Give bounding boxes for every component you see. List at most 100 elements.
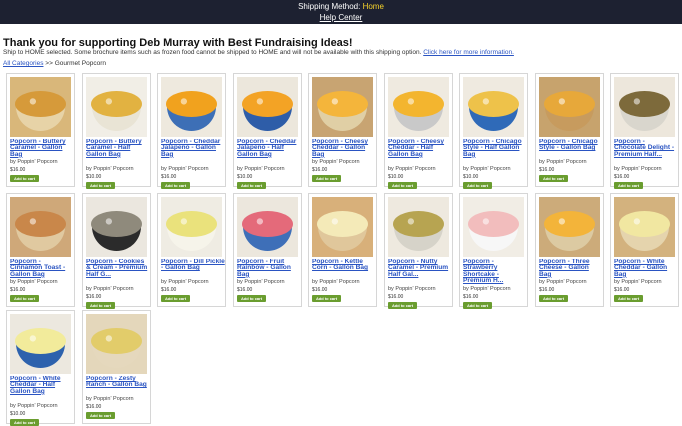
product-card[interactable]: Popcorn - Zesty Ranch - Gallon Bag by Pop… [82, 310, 151, 424]
product-name-link[interactable]: Popcorn - Dill Pickle - Gallon Bag [161, 259, 225, 272]
product-name-link[interactable]: Popcorn - Chicago Style - Half Gallon Ba… [463, 139, 527, 158]
product-vendor: by Poppin' Popcorn [539, 159, 587, 166]
product-name-link[interactable]: Popcorn - Cheesy Cheddar - Half Gallon B… [388, 139, 452, 158]
product-card[interactable]: Popcorn - Cheesy Cheddar - Gallon Bag by … [308, 73, 377, 187]
product-image[interactable] [539, 77, 600, 137]
product-name-link[interactable]: Popcorn - Cheddar Jalapeno - Half Gallon… [237, 139, 301, 158]
add-to-cart-button[interactable]: Add to cart [237, 295, 266, 303]
add-to-cart-button[interactable]: Add to cart [463, 181, 492, 189]
product-image[interactable] [161, 77, 222, 137]
product-image-popcorn [393, 91, 444, 117]
product-image-popcorn [15, 211, 66, 237]
add-to-cart-button[interactable]: Add to cart [86, 181, 115, 189]
product-name-link[interactable]: Popcorn - Cinnamon Toast - Gallon Bag [10, 259, 74, 278]
product-price: $16.00 [161, 173, 177, 180]
product-image-popcorn [242, 91, 293, 117]
add-to-cart-button[interactable]: Add to cart [312, 295, 341, 303]
product-card[interactable]: Popcorn - Chicago Style - Gallon Bag by P… [535, 73, 604, 187]
product-name-link[interactable]: Popcorn - Buttery Caramel - Gallon Bag [10, 139, 74, 158]
product-image[interactable] [614, 197, 675, 257]
add-to-cart-button[interactable]: Add to cart [388, 181, 417, 189]
product-image[interactable] [539, 197, 600, 257]
product-image[interactable] [388, 77, 449, 137]
add-to-cart-button[interactable]: Add to cart [86, 301, 115, 309]
product-image[interactable] [10, 314, 71, 374]
product-image[interactable] [86, 77, 147, 137]
product-card[interactable]: Popcorn - Cheesy Cheddar - Half Gallon B… [384, 73, 453, 189]
help-center-link[interactable]: Help Center [0, 13, 682, 22]
product-card[interactable]: Popcorn - Dill Pickle - Gallon Bag by Pop… [157, 193, 226, 307]
product-name-link[interactable]: Popcorn - Chocolate Delight - Premium Ha… [614, 139, 678, 158]
product-name-link[interactable]: Popcorn - Fruit Rainbow - Gallon Bag [237, 259, 301, 278]
more-info-link[interactable]: Click here for more information. [423, 49, 514, 56]
product-image[interactable] [463, 77, 524, 137]
product-name-link[interactable]: Popcorn - Zesty Ranch - Gallon Bag [86, 376, 150, 389]
product-card[interactable]: Popcorn - White Cheddar - Half Gallon Ba… [6, 310, 75, 426]
product-image[interactable] [10, 197, 71, 257]
shipping-method-value[interactable]: Home [363, 2, 384, 11]
product-image[interactable] [86, 197, 147, 257]
product-image-popcorn [15, 91, 66, 117]
product-card[interactable]: Popcorn - Chocolate Delight - Premium Ha… [610, 73, 679, 189]
product-name-link[interactable]: Popcorn - Three Cheese - Gallon Bag [539, 259, 603, 278]
product-vendor: by Poppin' Popcorn [539, 279, 587, 286]
product-card[interactable]: Popcorn - Three Cheese - Gallon Bag by Po… [535, 193, 604, 307]
product-card[interactable]: Popcorn - Cookies & Cream - Premium Half… [82, 193, 151, 309]
add-to-cart-button[interactable]: Add to cart [614, 295, 643, 303]
add-to-cart-button[interactable]: Add to cart [161, 295, 190, 303]
product-price: $10.00 [463, 173, 479, 180]
product-vendor: by Poppin' Popcorn [161, 165, 209, 172]
product-card[interactable]: Popcorn - White Cheddar - Gallon Bag by P… [610, 193, 679, 307]
product-image[interactable] [237, 197, 298, 257]
product-card[interactable]: Popcorn - Cinnamon Toast - Gallon Bag by … [6, 193, 75, 307]
add-to-cart-button[interactable]: Add to cart [10, 418, 39, 426]
product-name-link[interactable]: Popcorn - Buttery Caramel - Half Gallon … [86, 139, 150, 158]
add-to-cart-button[interactable]: Add to cart [614, 181, 643, 189]
product-image[interactable] [312, 197, 373, 257]
product-image[interactable] [237, 77, 298, 137]
add-to-cart-button[interactable]: Add to cart [10, 175, 39, 183]
product-vendor: by Poppin' Popcorn [614, 279, 662, 286]
add-to-cart-button[interactable]: Add to cart [539, 295, 568, 303]
product-card[interactable]: Popcorn - Buttery Caramel - Half Gallon … [82, 73, 151, 189]
product-image[interactable] [614, 77, 675, 137]
product-image-popcorn [15, 328, 66, 354]
add-to-cart-button[interactable]: Add to cart [312, 175, 341, 183]
product-price: $16.00 [161, 287, 177, 294]
product-name-link[interactable]: Popcorn - Chicago Style - Gallon Bag [539, 139, 603, 152]
product-image[interactable] [463, 197, 524, 257]
product-card[interactable]: Popcorn - Cheddar Jalapeno - Gallon Bag b… [157, 73, 226, 189]
product-card[interactable]: Popcorn - Fruit Rainbow - Gallon Bag by P… [233, 193, 302, 307]
product-card[interactable]: Popcorn - Buttery Caramel - Gallon Bag by… [6, 73, 75, 187]
product-price: $16.00 [86, 293, 102, 300]
product-name-link[interactable]: Popcorn - Kettle Corn - Gallon Bag [312, 259, 376, 272]
add-to-cart-button[interactable]: Add to cart [161, 181, 190, 189]
breadcrumb-all-categories[interactable]: All Categories [3, 60, 43, 67]
product-card[interactable]: Popcorn - Chicago Style - Half Gallon Ba… [459, 73, 528, 189]
product-card[interactable]: Popcorn - Kettle Corn - Gallon Bag by Pop… [308, 193, 377, 307]
product-image[interactable] [388, 197, 449, 257]
product-name-link[interactable]: Popcorn - Cheddar Jalapeno - Gallon Bag [161, 139, 225, 158]
product-image[interactable] [312, 77, 373, 137]
product-image[interactable] [161, 197, 222, 257]
product-vendor: by Poppin' Popcorn [10, 402, 58, 409]
add-to-cart-button[interactable]: Add to cart [388, 301, 417, 309]
product-name-link[interactable]: Popcorn - Cheesy Cheddar - Gallon Bag [312, 139, 376, 158]
product-card[interactable]: Popcorn - Nutty Caramel - Premium Half G… [384, 193, 453, 309]
product-name-link[interactable]: Popcorn - Cookies & Cream - Premium Half… [86, 259, 150, 278]
product-name-link[interactable]: Popcorn - White Cheddar - Half Gallon Ba… [10, 376, 74, 395]
product-card[interactable]: Popcorn - Strawberry Shortcake - Premium… [459, 193, 528, 309]
product-name-link[interactable]: Popcorn - Strawberry Shortcake - Premium… [463, 259, 527, 285]
product-price: $16.00 [388, 293, 404, 300]
add-to-cart-button[interactable]: Add to cart [463, 301, 492, 309]
add-to-cart-button[interactable]: Add to cart [86, 412, 115, 420]
add-to-cart-button[interactable]: Add to cart [539, 175, 568, 183]
product-card[interactable]: Popcorn - Cheddar Jalapeno - Half Gallon… [233, 73, 302, 189]
product-image[interactable] [10, 77, 71, 137]
add-to-cart-button[interactable]: Add to cart [237, 181, 266, 189]
product-vendor: by Poppin' Popcorn [161, 279, 209, 286]
product-image[interactable] [86, 314, 147, 374]
product-name-link[interactable]: Popcorn - Nutty Caramel - Premium Half G… [388, 259, 452, 278]
product-name-link[interactable]: Popcorn - White Cheddar - Gallon Bag [614, 259, 678, 278]
add-to-cart-button[interactable]: Add to cart [10, 295, 39, 303]
